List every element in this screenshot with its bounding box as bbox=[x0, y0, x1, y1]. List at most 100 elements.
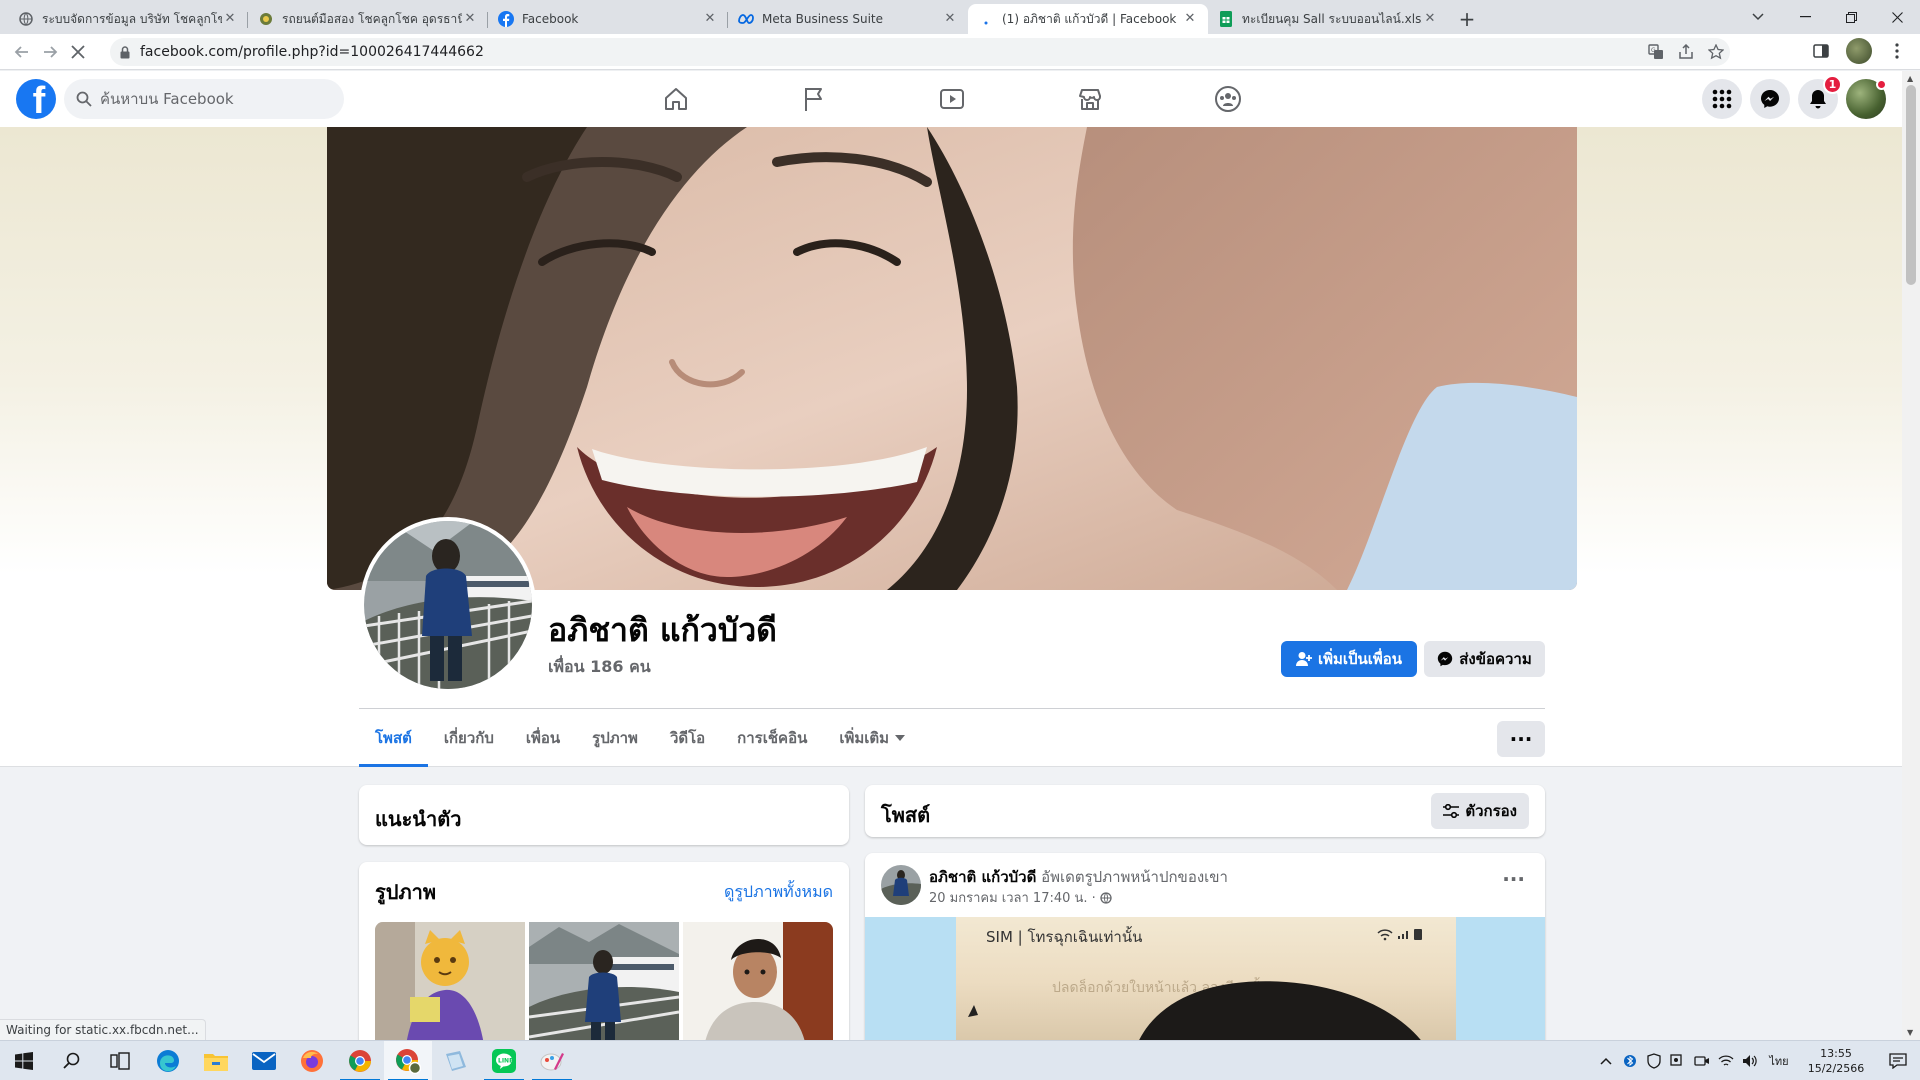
account-avatar[interactable] bbox=[1846, 79, 1887, 119]
profile-avatar[interactable] bbox=[360, 517, 536, 693]
side-panel-icon[interactable] bbox=[1808, 38, 1834, 64]
stop-loading-icon[interactable] bbox=[64, 38, 92, 66]
browser-tab[interactable]: รถยนต์มือสอง โชคลูกโชค อุดรธานี ✕ bbox=[248, 4, 488, 34]
browser-tab[interactable]: Facebook ✕ bbox=[488, 4, 728, 34]
page-scrollbar[interactable]: ▲ ▼ bbox=[1902, 71, 1920, 1040]
volume-icon[interactable] bbox=[1738, 1041, 1762, 1080]
sheets-icon bbox=[1218, 11, 1234, 27]
tab-about[interactable]: เกี่ยวกับ bbox=[428, 709, 510, 767]
notifications-button[interactable]: 1 bbox=[1798, 75, 1842, 119]
browser-tab[interactable]: Meta Business Suite ✕ bbox=[728, 4, 968, 34]
tab-friends[interactable]: เพื่อน bbox=[510, 709, 576, 767]
close-window-icon[interactable] bbox=[1874, 0, 1920, 34]
photo-thumbnail[interactable] bbox=[375, 922, 525, 1052]
facebook-search[interactable] bbox=[64, 79, 344, 119]
minimize-icon[interactable] bbox=[1782, 0, 1828, 34]
cover-photo[interactable] bbox=[327, 127, 1577, 590]
mail-icon[interactable] bbox=[240, 1041, 288, 1080]
windows-start-icon[interactable] bbox=[0, 1041, 48, 1080]
browser-tab-active[interactable]: (1) อภิชาติ แก้วบัวดี | Facebook ✕ bbox=[968, 4, 1208, 34]
file-explorer-icon[interactable] bbox=[192, 1041, 240, 1080]
chrome-profile-window-icon[interactable] bbox=[384, 1040, 432, 1080]
back-arrow-icon[interactable] bbox=[8, 38, 36, 66]
restore-icon[interactable] bbox=[1828, 0, 1874, 34]
photo-thumbnail[interactable] bbox=[529, 922, 679, 1052]
search-input[interactable] bbox=[100, 90, 320, 108]
nav-watch[interactable] bbox=[902, 71, 1002, 127]
profile-more-button[interactable]: ··· bbox=[1497, 721, 1545, 757]
add-friend-button[interactable]: เพิ่มเป็นเพื่อน bbox=[1281, 641, 1417, 677]
security-shield-icon[interactable] bbox=[1642, 1041, 1666, 1080]
scrollbar-thumb[interactable] bbox=[1906, 85, 1916, 285]
tab-close-icon[interactable]: ✕ bbox=[1422, 11, 1438, 27]
taskbar-clock[interactable]: 13:55 15/2/2566 bbox=[1796, 1046, 1876, 1076]
tray-chevron-up-icon[interactable] bbox=[1594, 1041, 1618, 1080]
marketplace-icon bbox=[1077, 87, 1103, 111]
new-tab-button[interactable]: + bbox=[1452, 4, 1482, 34]
tab-more[interactable]: เพิ่มเติม bbox=[823, 709, 921, 767]
post-author-avatar[interactable] bbox=[881, 865, 921, 905]
chrome-profile-avatar[interactable] bbox=[1846, 38, 1872, 64]
windows-taskbar: LINE ไทย 13:55 15/2/2566 bbox=[0, 1040, 1920, 1080]
tab-checkins[interactable]: การเช็คอิน bbox=[721, 709, 823, 767]
input-language[interactable]: ไทย bbox=[1762, 1041, 1796, 1080]
tab-close-icon[interactable]: ✕ bbox=[942, 11, 958, 27]
forward-arrow-icon[interactable] bbox=[36, 38, 64, 66]
grid-icon bbox=[1712, 89, 1732, 109]
post-timestamp[interactable]: 20 มกราคม เวลา 17:40 น. · bbox=[929, 887, 1112, 908]
photo-thumbnail[interactable] bbox=[683, 922, 833, 1052]
device-icon[interactable] bbox=[1666, 1041, 1690, 1080]
tab-close-icon[interactable]: ✕ bbox=[702, 11, 718, 27]
firefox-icon[interactable] bbox=[288, 1041, 336, 1080]
post-image[interactable]: SIM | โทรฉุกเฉินเท่านั้น ปลดล็อกด้วยใบหน… bbox=[865, 917, 1545, 1047]
menu-grid-button[interactable] bbox=[1702, 79, 1742, 119]
scroll-down-icon[interactable]: ▼ bbox=[1907, 1028, 1913, 1037]
post-author-name[interactable]: อภิชาติ แก้วบัวดี bbox=[929, 868, 1036, 886]
edge-browser-icon[interactable] bbox=[144, 1041, 192, 1080]
address-bar[interactable]: facebook.com/profile.php?id=100026417444… bbox=[110, 38, 1730, 66]
browser-tab[interactable]: ระบบจัดการข้อมูล บริษัท โชคลูกโชค จำกัด … bbox=[8, 4, 248, 34]
profile-name: อภิชาติ แก้วบัวดี bbox=[548, 611, 777, 649]
nav-home[interactable] bbox=[626, 71, 726, 127]
share-icon[interactable] bbox=[1676, 42, 1696, 62]
see-all-photos-link[interactable]: ดูรูปภาพทั้งหมด bbox=[724, 880, 833, 905]
facebook-logo[interactable]: f bbox=[16, 79, 56, 119]
meet-now-icon[interactable] bbox=[1690, 1041, 1714, 1080]
tab-search-chevron-icon[interactable] bbox=[1746, 6, 1770, 28]
translate-icon[interactable]: G bbox=[1646, 42, 1666, 62]
tab-close-icon[interactable]: ✕ bbox=[462, 11, 478, 27]
svg-text:LINE: LINE bbox=[498, 1057, 513, 1064]
nav-marketplace[interactable] bbox=[1040, 71, 1140, 127]
wifi-icon[interactable] bbox=[1714, 1041, 1738, 1080]
filter-button[interactable]: ตัวกรอง bbox=[1431, 793, 1529, 829]
paint-app-icon[interactable] bbox=[528, 1041, 576, 1080]
tab-close-icon[interactable]: ✕ bbox=[222, 11, 238, 27]
chrome-icon[interactable] bbox=[336, 1041, 384, 1080]
tab-title: ทะเบียนคุม Sall ระบบออนไลน์.xlsx - Googl… bbox=[1242, 11, 1422, 26]
nav-groups[interactable] bbox=[1178, 71, 1278, 127]
post-options-button[interactable]: ··· bbox=[1502, 867, 1525, 891]
notes-app-icon[interactable] bbox=[432, 1041, 480, 1080]
profile-tabs: โพสต์ เกี่ยวกับ เพื่อน รูปภาพ วิดีโอ การ… bbox=[359, 709, 921, 767]
browser-tab[interactable]: ทะเบียนคุม Sall ระบบออนไลน์.xlsx - Googl… bbox=[1208, 4, 1448, 34]
line-app-icon[interactable]: LINE bbox=[480, 1041, 528, 1080]
action-center-icon[interactable] bbox=[1876, 1041, 1920, 1080]
lock-icon[interactable] bbox=[120, 45, 130, 59]
bluetooth-icon[interactable] bbox=[1618, 1041, 1642, 1080]
nav-pages[interactable] bbox=[764, 71, 864, 127]
tab-posts[interactable]: โพสต์ bbox=[359, 709, 428, 767]
tab-close-icon[interactable]: ✕ bbox=[1182, 11, 1198, 27]
scroll-up-icon[interactable]: ▲ bbox=[1907, 74, 1913, 83]
bookmark-star-icon[interactable] bbox=[1706, 42, 1726, 62]
tab-videos[interactable]: วิดีโอ bbox=[654, 709, 721, 767]
tab-photos[interactable]: รูปภาพ bbox=[576, 709, 654, 767]
task-view-icon[interactable] bbox=[96, 1041, 144, 1080]
friend-count[interactable]: เพื่อน 186 คน bbox=[548, 655, 651, 680]
send-message-button[interactable]: ส่งข้อความ bbox=[1424, 641, 1545, 677]
taskbar-search-icon[interactable] bbox=[48, 1041, 96, 1080]
window-controls bbox=[1782, 0, 1920, 34]
chrome-menu-icon[interactable] bbox=[1884, 38, 1910, 64]
messenger-button[interactable] bbox=[1750, 79, 1790, 119]
browser-toolbar: facebook.com/profile.php?id=100026417444… bbox=[0, 34, 1920, 70]
notification-badge: 1 bbox=[1823, 75, 1842, 94]
